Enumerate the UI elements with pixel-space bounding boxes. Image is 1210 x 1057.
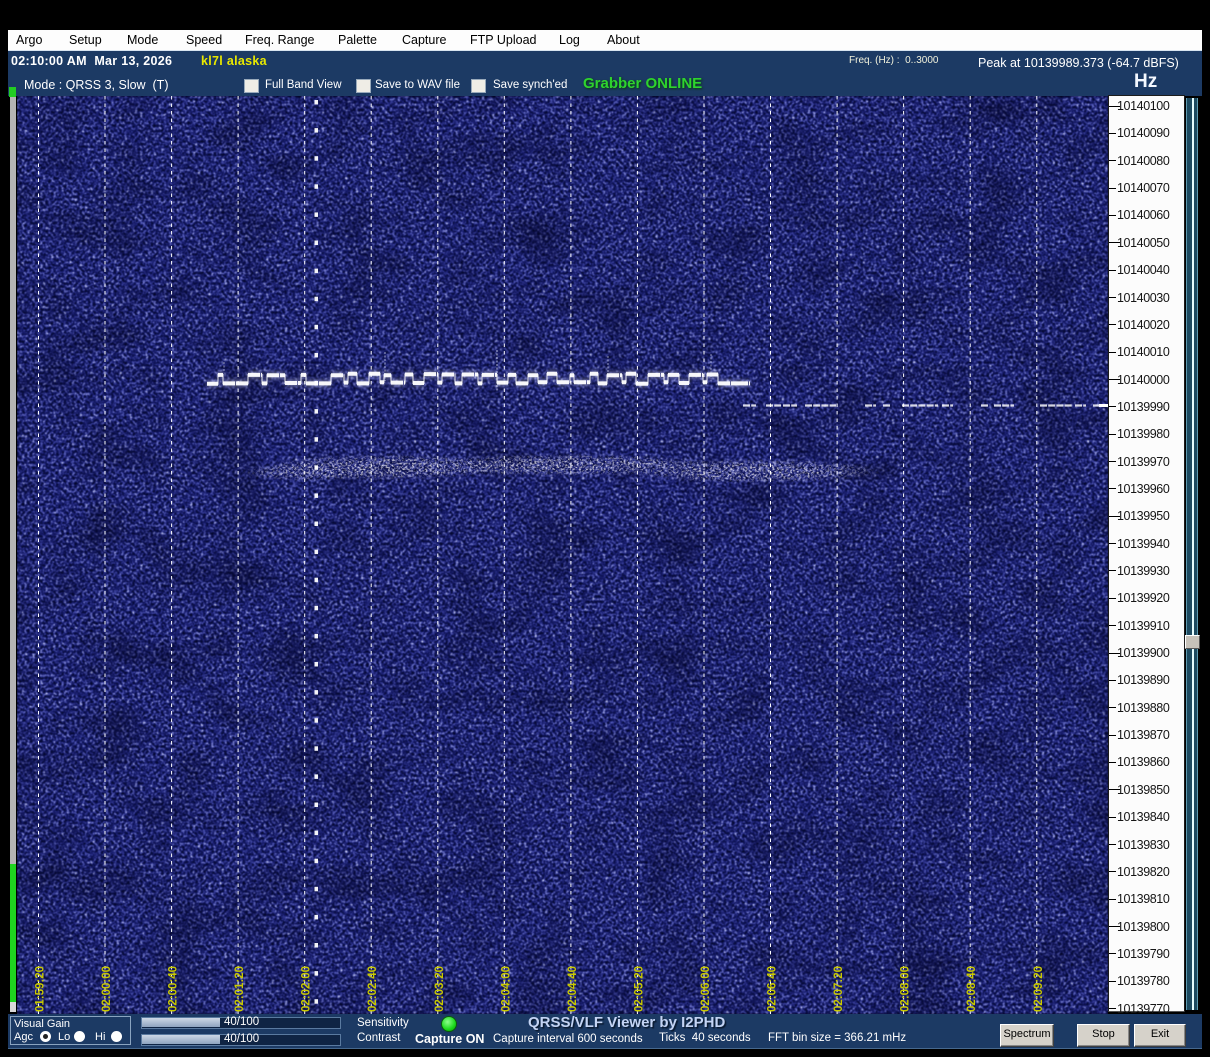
svg-text:02:07:20: 02:07:20 — [833, 966, 845, 1012]
svg-text:02:02:00: 02:02:00 — [301, 966, 313, 1012]
svg-text:02:06:40: 02:06:40 — [767, 966, 779, 1012]
svg-text:01:59:20: 01:59:20 — [35, 966, 47, 1012]
svg-text:02:08:40: 02:08:40 — [966, 966, 978, 1012]
svg-text:02:05:20: 02:05:20 — [633, 966, 645, 1012]
svg-text:02:02:40: 02:02:40 — [367, 966, 379, 1012]
svg-text:02:00:40: 02:00:40 — [168, 966, 180, 1012]
svg-text:02:09:20: 02:09:20 — [1033, 966, 1045, 1012]
svg-text:02:03:20: 02:03:20 — [434, 966, 446, 1012]
svg-text:02:04:40: 02:04:40 — [567, 966, 579, 1012]
svg-text:02:00:00: 02:00:00 — [101, 966, 113, 1012]
svg-text:02:08:00: 02:08:00 — [900, 966, 912, 1012]
svg-text:02:01:20: 02:01:20 — [234, 966, 246, 1012]
svg-text:02:04:00: 02:04:00 — [500, 966, 512, 1012]
svg-text:02:06:00: 02:06:00 — [700, 966, 712, 1012]
